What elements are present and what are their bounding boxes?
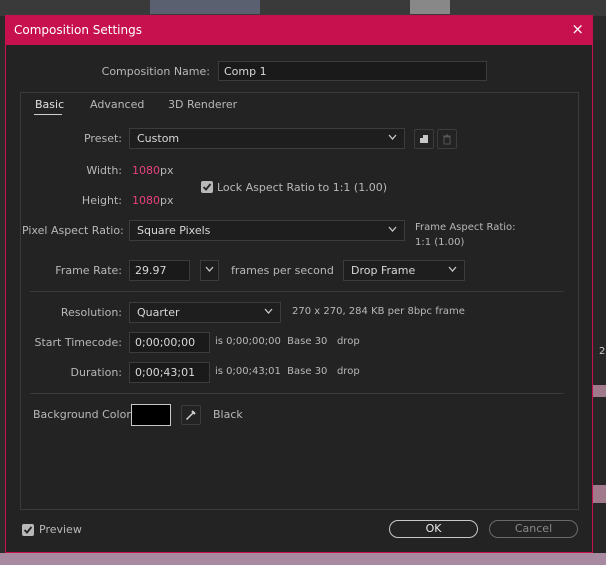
- chevron-down-icon: [388, 134, 397, 140]
- start-timecode-input[interactable]: 0;00;00;00: [129, 332, 210, 353]
- lock-aspect-checkbox[interactable]: [201, 181, 213, 193]
- frame-aspect-value: 1:1 (1.00): [415, 237, 465, 248]
- comp-name-input[interactable]: Comp 1: [218, 61, 487, 81]
- background-thumbnail: [410, 0, 450, 14]
- resolution-info: 270 x 270, 284 KB per 8bpc frame: [292, 306, 465, 317]
- composition-settings-dialog: Composition Settings × Composition Name:…: [5, 15, 593, 553]
- duration-info: is 0;00;43;01 Base 30 drop: [215, 366, 360, 377]
- preset-label: Preset:: [83, 132, 122, 145]
- eyedropper-button[interactable]: [181, 405, 201, 425]
- drop-frame-dropdown[interactable]: Drop Frame: [343, 260, 465, 281]
- background-app-bottom: [0, 553, 606, 565]
- checkmark-icon: [202, 183, 212, 191]
- settings-panel: [20, 92, 579, 510]
- drop-frame-value: Drop Frame: [351, 264, 416, 277]
- resolution-dropdown[interactable]: Quarter: [129, 302, 281, 323]
- tab-advanced[interactable]: Advanced: [90, 98, 144, 111]
- resolution-value: Quarter: [137, 306, 180, 319]
- preset-value: Custom: [137, 132, 180, 145]
- background-thumbnail: [150, 0, 260, 14]
- cancel-button[interactable]: Cancel: [489, 520, 578, 538]
- lock-aspect-label: Lock Aspect Ratio to 1:1 (1.00): [217, 181, 387, 194]
- checkmark-icon: [23, 526, 33, 534]
- comp-name-label: Composition Name:: [101, 65, 210, 78]
- height-value[interactable]: 1080: [132, 194, 160, 207]
- chevron-down-icon: [448, 266, 457, 272]
- start-timecode-info: is 0;00;00;00 Base 30 drop: [215, 336, 360, 347]
- frame-rate-dropdown[interactable]: [200, 260, 219, 281]
- bg-color-swatch[interactable]: [131, 404, 171, 426]
- width-value[interactable]: 1080: [132, 164, 160, 177]
- tab-active-indicator: [34, 114, 62, 115]
- width-unit: px: [160, 164, 174, 177]
- chevron-down-icon: [205, 266, 214, 272]
- par-value: Square Pixels: [137, 224, 211, 237]
- frame-rate-input[interactable]: 29.97: [129, 260, 190, 281]
- trash-icon: [443, 134, 451, 145]
- resolution-label: Resolution:: [60, 306, 122, 319]
- duration-label: Duration:: [70, 366, 122, 379]
- par-dropdown[interactable]: Square Pixels: [129, 220, 405, 241]
- preview-checkbox[interactable]: [22, 524, 34, 536]
- section-divider: [30, 393, 564, 394]
- tab-3d-renderer[interactable]: 3D Renderer: [168, 98, 237, 111]
- height-label: Height:: [81, 194, 122, 207]
- chevron-down-icon: [264, 308, 273, 314]
- titlebar: Composition Settings ×: [6, 16, 592, 45]
- chevron-down-icon: [388, 226, 397, 232]
- bg-color-label: Background Color:: [33, 408, 135, 421]
- width-label: Width:: [86, 164, 122, 177]
- frame-rate-label: Frame Rate:: [55, 264, 122, 277]
- dialog-title: Composition Settings: [14, 23, 142, 37]
- par-label: Pixel Aspect Ratio:: [22, 224, 124, 237]
- preset-dropdown[interactable]: Custom: [129, 128, 405, 149]
- close-icon[interactable]: ×: [571, 20, 584, 38]
- save-preset-button[interactable]: [414, 129, 434, 149]
- section-divider: [30, 291, 564, 292]
- background-app-top: [0, 0, 606, 16]
- bg-color-name: Black: [213, 408, 243, 421]
- preview-label: Preview: [39, 523, 82, 536]
- frame-rate-unit: frames per second: [231, 264, 334, 277]
- duration-input[interactable]: 0;00;43;01: [129, 362, 210, 383]
- delete-preset-button[interactable]: [437, 129, 457, 149]
- ok-button[interactable]: OK: [389, 520, 478, 538]
- tab-basic[interactable]: Basic: [35, 98, 64, 111]
- frame-aspect-label: Frame Aspect Ratio:: [415, 222, 516, 233]
- height-unit: px: [160, 194, 174, 207]
- save-preset-icon: [420, 135, 428, 143]
- background-number: 2: [599, 346, 606, 357]
- start-timecode-label: Start Timecode:: [34, 336, 122, 349]
- eyedropper-icon: [185, 410, 196, 421]
